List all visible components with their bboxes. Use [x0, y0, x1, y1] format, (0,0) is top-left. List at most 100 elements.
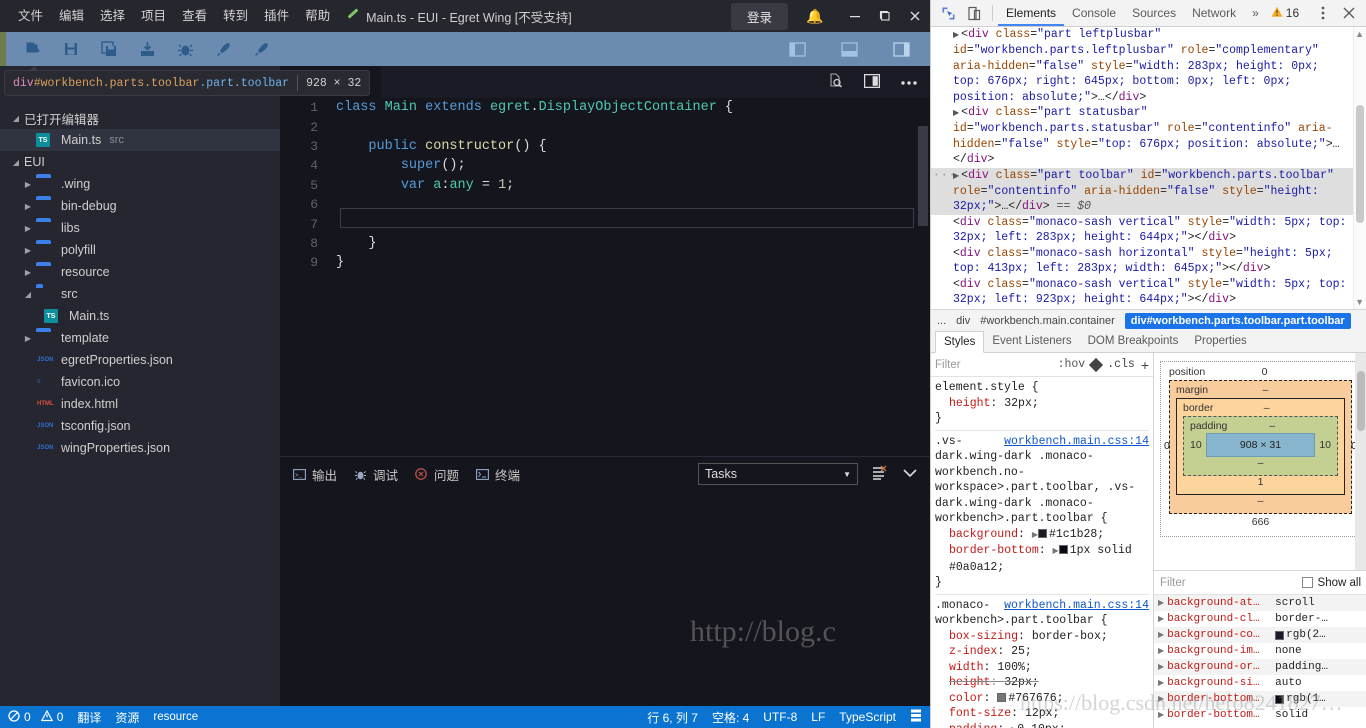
scroll-down-arrow-icon[interactable]: ▼	[1355, 297, 1364, 307]
css-value[interactable]: 12px;	[1025, 707, 1060, 720]
computed-filter-input[interactable]: Filter	[1160, 577, 1302, 589]
toggle-sidebar-icon[interactable]	[778, 32, 816, 66]
panel-tab-terminal[interactable]: 终端	[475, 465, 520, 484]
metrics-scrollbar[interactable]	[1355, 353, 1366, 570]
editor-scrollbar[interactable]	[916, 98, 930, 456]
box-padding[interactable]: padding – 10 908 × 31 10 –	[1183, 416, 1338, 476]
chevron-right-icon[interactable]: ▶	[20, 224, 36, 233]
section-project-eui[interactable]: ◢ EUI	[0, 151, 280, 173]
close-icon[interactable]	[1336, 0, 1362, 26]
devtools-tab-network[interactable]: Network	[1184, 0, 1244, 26]
clear-output-icon[interactable]	[872, 465, 888, 484]
dom-node[interactable]: <div class="monaco-sash horizontal" styl…	[931, 246, 1366, 277]
login-button[interactable]: 登录	[730, 2, 788, 30]
device-toolbar-icon[interactable]	[961, 0, 987, 26]
padding-left[interactable]: 10	[1190, 439, 1202, 451]
split-editor-icon[interactable]	[863, 73, 881, 91]
tree-item-favicon[interactable]: ≡ favicon.ico	[0, 371, 280, 393]
css-rule[interactable]: workbench.main.css:14 .vs-dark.wing-dark …	[935, 434, 1149, 591]
panel-tab-problems[interactable]: 问题	[414, 465, 459, 484]
inspect-element-icon[interactable]	[935, 0, 961, 26]
new-file-icon[interactable]	[14, 32, 52, 66]
styles-filter-input[interactable]: Filter	[935, 359, 1052, 371]
element-classes-button[interactable]: .cls	[1107, 358, 1135, 371]
status-resource[interactable]: 资源	[115, 709, 139, 726]
tree-item-libs[interactable]: ▶ libs	[0, 217, 280, 239]
kebab-menu-icon[interactable]	[1310, 0, 1336, 26]
more-actions-icon[interactable]	[900, 75, 918, 89]
css-property[interactable]: z-index	[949, 645, 997, 658]
color-swatch[interactable]	[997, 692, 1007, 702]
tree-item-wing[interactable]: ▶ .wing	[0, 173, 280, 195]
color-swatch[interactable]	[1058, 545, 1068, 554]
open-editor-item-main-ts[interactable]: TS Main.ts src	[0, 129, 280, 151]
css-property[interactable]: box-sizing	[949, 630, 1018, 643]
css-value[interactable]: 32px;	[1004, 676, 1039, 689]
pane-tab-properties[interactable]: Properties	[1186, 331, 1254, 352]
position-left[interactable]: 0	[1164, 440, 1170, 452]
expand-arrow-icon[interactable]: ▶	[1158, 630, 1164, 640]
chevron-right-icon[interactable]: ▶	[20, 246, 36, 255]
menu-select[interactable]: 选择	[92, 0, 133, 32]
css-property[interactable]: background	[949, 528, 1018, 541]
expand-arrow-icon[interactable]: ▶	[1158, 598, 1164, 608]
computed-property-row[interactable]: ▶ background-si… auto	[1154, 675, 1366, 691]
pane-tab-event-listeners[interactable]: Event Listeners	[984, 331, 1079, 352]
tree-item-tsconfig[interactable]: JSON tsconfig.json	[0, 415, 280, 437]
tree-item-main-ts[interactable]: TS Main.ts	[0, 305, 280, 327]
export-icon[interactable]	[128, 32, 166, 66]
css-value[interactable]: 25;	[1011, 645, 1032, 658]
css-property[interactable]: color	[949, 692, 984, 705]
menu-project[interactable]: 项目	[133, 0, 174, 32]
margin-bottom[interactable]: –	[1176, 495, 1345, 507]
minimize-button[interactable]	[840, 0, 870, 32]
expand-arrow-icon[interactable]: ▶	[1158, 678, 1164, 688]
border-top[interactable]: –	[1213, 402, 1320, 414]
computed-property-row[interactable]: ▶ background-im… none	[1154, 643, 1366, 659]
css-declaration[interactable]: color: #767676;	[935, 691, 1149, 707]
box-margin[interactable]: margin – border – padding – 10 908 × 31 …	[1169, 380, 1352, 514]
collapse-panel-icon[interactable]	[902, 467, 918, 481]
css-property[interactable]: padding	[949, 723, 997, 728]
computed-property-row[interactable]: ▶ border-bottom… rgb(1…	[1154, 691, 1366, 707]
position-bottom[interactable]: 666	[1169, 516, 1352, 528]
tree-item-resource[interactable]: ▶ resource	[0, 261, 280, 283]
search-file-icon[interactable]	[828, 72, 844, 92]
menu-file[interactable]: 文件	[10, 0, 51, 32]
status-path[interactable]: resource	[153, 711, 198, 723]
css-value[interactable]: 100%;	[997, 661, 1032, 674]
close-button[interactable]	[900, 0, 930, 32]
save-icon[interactable]	[52, 32, 90, 66]
status-encoding[interactable]: UTF-8	[763, 710, 797, 724]
css-declaration[interactable]: z-index: 25;	[935, 644, 1149, 660]
scroll-up-arrow-icon[interactable]: ▲	[1355, 29, 1364, 39]
computed-property-row[interactable]: ▶ background-or… padding…	[1154, 659, 1366, 675]
css-property[interactable]: border-bottom	[949, 544, 1039, 557]
pane-tab-styles[interactable]: Styles	[935, 330, 985, 353]
debug-icon[interactable]	[166, 32, 204, 66]
chevron-right-icon[interactable]: ▶	[20, 334, 36, 343]
pane-tab-dom-breakpoints[interactable]: DOM Breakpoints	[1080, 331, 1187, 352]
computed-property-row[interactable]: ▶ border-bottom… solid	[1154, 707, 1366, 723]
breadcrumb-item-toolbar[interactable]: div#workbench.parts.toolbar.part.toolbar	[1124, 312, 1351, 329]
devtools-tab-console[interactable]: Console	[1064, 0, 1124, 26]
maximize-button[interactable]	[870, 0, 900, 32]
expand-arrow-icon[interactable]: ▶	[1158, 694, 1164, 704]
tree-item-egret-properties[interactable]: JSON egretProperties.json	[0, 349, 280, 371]
css-value[interactable]: 32px;	[1004, 397, 1039, 410]
menu-view[interactable]: 查看	[174, 0, 215, 32]
css-property[interactable]: width	[949, 661, 984, 674]
panel-tab-output[interactable]: >_ 输出	[292, 465, 337, 484]
color-palette-icon[interactable]	[1089, 357, 1104, 372]
breadcrumb-item-main-container[interactable]: #workbench.main.container	[980, 315, 1115, 327]
computed-property-row[interactable]: ▶ background-at… scroll	[1154, 595, 1366, 611]
devtools-tab-sources[interactable]: Sources	[1124, 0, 1184, 26]
status-language-mode[interactable]: TypeScript	[839, 710, 896, 724]
section-open-editors[interactable]: ◢ 已打开编辑器	[0, 107, 280, 129]
panel-tab-debug[interactable]: 调试	[353, 465, 398, 484]
save-all-icon[interactable]	[90, 32, 128, 66]
toggle-right-icon[interactable]	[882, 32, 920, 66]
css-declaration[interactable]: background: ▶ #1c1b28;	[935, 527, 1149, 544]
padding-right[interactable]: 10	[1319, 439, 1331, 451]
css-declaration[interactable]: font-size: 12px;	[935, 706, 1149, 722]
